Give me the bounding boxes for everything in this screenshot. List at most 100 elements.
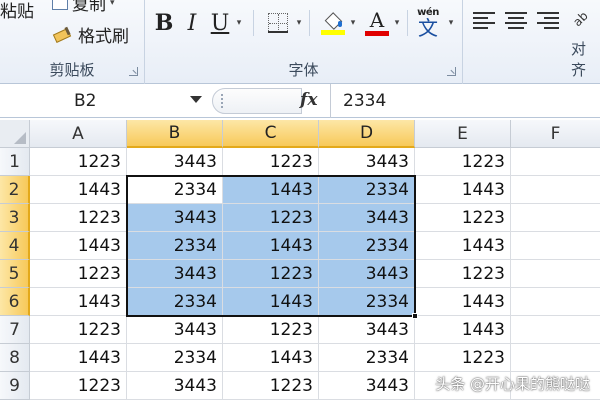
font-launcher-icon[interactable] bbox=[447, 67, 456, 76]
insert-function-button[interactable]: fx bbox=[300, 90, 317, 110]
format-painter-button[interactable]: 格式刷 bbox=[52, 22, 129, 47]
column-header-f[interactable]: F bbox=[511, 120, 600, 148]
column-header-d[interactable]: D bbox=[319, 120, 415, 148]
copy-button[interactable]: 复制 ▾ bbox=[52, 0, 115, 15]
phonetic-guide-dropdown[interactable]: ▾ bbox=[445, 8, 457, 38]
cell-d8[interactable]: 2334 bbox=[319, 344, 415, 372]
cell-d6[interactable]: 2334 bbox=[319, 288, 415, 316]
cell-e4[interactable]: 1443 bbox=[415, 232, 511, 260]
borders-button[interactable] bbox=[265, 8, 291, 38]
cell-c9[interactable]: 1223 bbox=[223, 372, 319, 400]
cell-a3[interactable]: 1223 bbox=[30, 204, 127, 232]
row-header-6[interactable]: 6 bbox=[0, 288, 30, 316]
column-header-b[interactable]: B bbox=[127, 120, 223, 148]
align-left-icon[interactable] bbox=[473, 12, 495, 32]
cell-b9[interactable]: 3443 bbox=[127, 372, 223, 400]
underline-dropdown[interactable]: ▾ bbox=[233, 8, 245, 38]
cell-d2[interactable]: 2334 bbox=[319, 176, 415, 204]
cell-b1[interactable]: 3443 bbox=[127, 148, 223, 176]
row-header-1[interactable]: 1 bbox=[0, 148, 30, 176]
name-box[interactable]: B2 bbox=[0, 87, 210, 115]
cell-e3[interactable]: 1223 bbox=[415, 204, 511, 232]
cell-b6[interactable]: 2334 bbox=[127, 288, 223, 316]
cell-a5[interactable]: 1223 bbox=[30, 260, 127, 288]
formula-bar: B2 fx 2334 bbox=[0, 84, 600, 118]
align-center-icon[interactable] bbox=[505, 12, 527, 32]
underline-button[interactable]: U bbox=[207, 8, 233, 38]
column-header-e[interactable]: E bbox=[415, 120, 511, 148]
row-header-7[interactable]: 7 bbox=[0, 316, 30, 344]
formula-bar-resize-handle[interactable] bbox=[212, 88, 302, 114]
row-header-2[interactable]: 2 bbox=[0, 176, 30, 204]
watermark: 头条 @开心果的熊哒哒 bbox=[435, 375, 590, 393]
cell-d9[interactable]: 3443 bbox=[319, 372, 415, 400]
cell-f1[interactable] bbox=[511, 148, 600, 176]
cell-c1[interactable]: 1223 bbox=[223, 148, 319, 176]
cell-b8[interactable]: 2334 bbox=[127, 344, 223, 372]
cell-a4[interactable]: 1443 bbox=[30, 232, 127, 260]
font-color-button[interactable]: A bbox=[363, 8, 391, 38]
cell-b4[interactable]: 2334 bbox=[127, 232, 223, 260]
cell-c4[interactable]: 1443 bbox=[223, 232, 319, 260]
phonetic-guide-button[interactable]: wén 文 bbox=[413, 8, 443, 39]
cell-c2[interactable]: 1443 bbox=[223, 176, 319, 204]
row-header-4[interactable]: 4 bbox=[0, 232, 30, 260]
clipboard-launcher-icon[interactable] bbox=[129, 67, 138, 76]
cell-d3[interactable]: 3443 bbox=[319, 204, 415, 232]
cell-e5[interactable]: 1223 bbox=[415, 260, 511, 288]
name-box-dropdown-icon[interactable] bbox=[190, 96, 202, 103]
cell-e1[interactable]: 1223 bbox=[415, 148, 511, 176]
fill-handle[interactable] bbox=[412, 313, 418, 319]
cell-c7[interactable]: 1223 bbox=[223, 316, 319, 344]
borders-dropdown[interactable]: ▾ bbox=[293, 8, 305, 38]
cell-d1[interactable]: 3443 bbox=[319, 148, 415, 176]
cell-d5[interactable]: 3443 bbox=[319, 260, 415, 288]
cell-e8[interactable]: 1223 bbox=[415, 344, 511, 372]
cell-a7[interactable]: 1223 bbox=[30, 316, 127, 344]
cell-c5[interactable]: 1223 bbox=[223, 260, 319, 288]
cell-d4[interactable]: 2334 bbox=[319, 232, 415, 260]
cell-a8[interactable]: 1443 bbox=[30, 344, 127, 372]
font-color-dropdown[interactable]: ▾ bbox=[391, 8, 403, 38]
row-header-3[interactable]: 3 bbox=[0, 204, 30, 232]
cell-d7[interactable]: 3443 bbox=[319, 316, 415, 344]
cell-f5[interactable] bbox=[511, 260, 600, 288]
cell-c6[interactable]: 1443 bbox=[223, 288, 319, 316]
bold-button[interactable]: B bbox=[151, 8, 177, 38]
cell-b2[interactable]: 2334 bbox=[127, 176, 223, 204]
italic-button[interactable]: I bbox=[181, 8, 203, 38]
text-orientation-icon[interactable] bbox=[573, 8, 595, 36]
align-right-icon[interactable] bbox=[537, 12, 559, 32]
row-header-9[interactable]: 9 bbox=[0, 372, 30, 400]
cell-a1[interactable]: 1223 bbox=[30, 148, 127, 176]
cell-a6[interactable]: 1443 bbox=[30, 288, 127, 316]
row-header-8[interactable]: 8 bbox=[0, 344, 30, 372]
cell-b7[interactable]: 3443 bbox=[127, 316, 223, 344]
cell-f4[interactable] bbox=[511, 232, 600, 260]
cell-c3[interactable]: 1223 bbox=[223, 204, 319, 232]
cell-e2[interactable]: 1443 bbox=[415, 176, 511, 204]
font-color-swatch bbox=[365, 30, 389, 36]
column-header-c[interactable]: C bbox=[223, 120, 319, 148]
formula-input[interactable]: 2334 bbox=[330, 84, 600, 118]
row-header-5[interactable]: 5 bbox=[0, 260, 30, 288]
column-header-a[interactable]: A bbox=[30, 120, 127, 148]
chevron-down-icon: ▾ bbox=[296, 18, 302, 28]
fill-color-dropdown[interactable]: ▾ bbox=[347, 8, 359, 38]
cell-e6[interactable]: 1443 bbox=[415, 288, 511, 316]
cell-f8[interactable] bbox=[511, 344, 600, 372]
cell-f7[interactable] bbox=[511, 316, 600, 344]
select-all-button[interactable] bbox=[0, 120, 30, 148]
cell-a9[interactable]: 1223 bbox=[30, 372, 127, 400]
cell-e7[interactable]: 1443 bbox=[415, 316, 511, 344]
cell-f3[interactable] bbox=[511, 204, 600, 232]
toolbar-divider bbox=[309, 10, 310, 36]
cell-b3[interactable]: 3443 bbox=[127, 204, 223, 232]
cell-f6[interactable] bbox=[511, 288, 600, 316]
fill-color-button[interactable] bbox=[319, 8, 347, 38]
cell-b5[interactable]: 3443 bbox=[127, 260, 223, 288]
cell-f2[interactable] bbox=[511, 176, 600, 204]
cell-a2[interactable]: 1443 bbox=[30, 176, 127, 204]
paste-button[interactable]: 粘贴 bbox=[0, 0, 34, 22]
cell-c8[interactable]: 1443 bbox=[223, 344, 319, 372]
